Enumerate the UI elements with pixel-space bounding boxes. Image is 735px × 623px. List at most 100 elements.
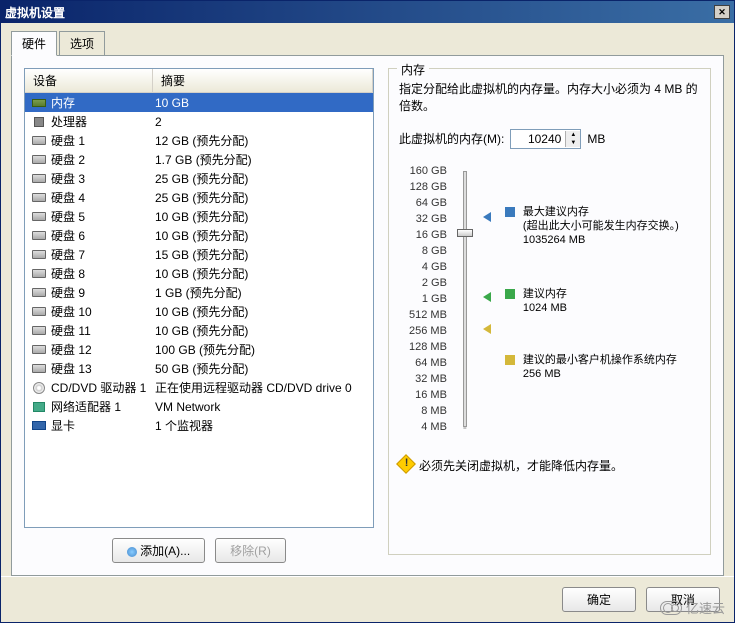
hdd-icon (32, 250, 46, 259)
box-blue-icon (505, 207, 515, 217)
content-area: 硬件 选项 设备 摘要 内存10 GB处理器2硬盘 112 GB (预先分配)硬… (1, 23, 734, 576)
memory-warning: 必须先关闭虚拟机，才能降低内存量。 (399, 457, 700, 474)
memory-input-row: 此虚拟机的内存(M): ▲▼ MB (399, 129, 700, 149)
hdd-icon (32, 269, 46, 278)
rec-marker-icon (483, 292, 491, 302)
gpu-icon (32, 421, 46, 430)
net-icon (33, 402, 45, 412)
slider-labels: 160 GB128 GB64 GB32 GB16 GB8 GB4 GB2 GB1… (409, 163, 447, 435)
device-row-12[interactable]: 硬盘 1110 GB (预先分配) (25, 321, 373, 340)
device-row-3[interactable]: 硬盘 21.7 GB (预先分配) (25, 150, 373, 169)
device-row-0[interactable]: 内存10 GB (25, 93, 373, 112)
min-marker-icon (483, 324, 491, 334)
device-summary: 100 GB (预先分配) (155, 341, 373, 358)
device-name: 显卡 (51, 417, 155, 434)
device-summary: 10 GB (预先分配) (155, 303, 373, 320)
device-name: 硬盘 11 (51, 322, 155, 339)
mem-icon (32, 99, 46, 107)
device-row-1[interactable]: 处理器2 (25, 112, 373, 131)
memory-input[interactable] (511, 130, 565, 148)
memory-field-label: 此虚拟机的内存(M): (399, 130, 504, 147)
max-marker-icon (483, 212, 491, 222)
device-name: 硬盘 5 (51, 208, 155, 225)
device-name: 硬盘 8 (51, 265, 155, 282)
tab-options[interactable]: 选项 (59, 31, 105, 55)
cd-icon (33, 382, 45, 394)
device-summary: VM Network (155, 400, 373, 414)
box-yellow-icon (505, 355, 515, 365)
device-name: 硬盘 7 (51, 246, 155, 263)
remove-button: 移除(R) (215, 538, 286, 563)
device-name: 硬盘 6 (51, 227, 155, 244)
device-row-8[interactable]: 硬盘 715 GB (预先分配) (25, 245, 373, 264)
min-marker-text: 建议的最小客户机操作系统内存 256 MB (523, 353, 677, 381)
add-button[interactable]: 添加(A)... (112, 538, 205, 563)
slider-thumb[interactable] (457, 229, 473, 237)
memory-slider[interactable] (451, 163, 479, 435)
device-name: CD/DVD 驱动器 1 (51, 379, 155, 396)
hdd-icon (32, 288, 46, 297)
hdd-icon (32, 326, 46, 335)
device-summary: 1 GB (预先分配) (155, 284, 373, 301)
device-row-2[interactable]: 硬盘 112 GB (预先分配) (25, 131, 373, 150)
memory-slider-area: 160 GB128 GB64 GB32 GB16 GB8 GB4 GB2 GB1… (409, 163, 700, 435)
device-row-10[interactable]: 硬盘 91 GB (预先分配) (25, 283, 373, 302)
device-name: 内存 (51, 94, 155, 111)
cancel-button[interactable]: 取消 (646, 587, 720, 612)
device-row-9[interactable]: 硬盘 810 GB (预先分配) (25, 264, 373, 283)
device-row-16[interactable]: 网络适配器 1VM Network (25, 397, 373, 416)
ok-button[interactable]: 确定 (562, 587, 636, 612)
tab-hardware[interactable]: 硬件 (11, 31, 57, 56)
box-green-icon (505, 289, 515, 299)
right-panel: 内存 指定分配给此虚拟机的内存量。内存大小必须为 4 MB 的倍数。 此虚拟机的… (388, 68, 711, 563)
close-icon[interactable]: ✕ (714, 5, 730, 19)
warning-icon (396, 454, 416, 474)
device-summary: 2 (155, 115, 373, 129)
device-list[interactable]: 设备 摘要 内存10 GB处理器2硬盘 112 GB (预先分配)硬盘 21.7… (24, 68, 374, 528)
window-title: 虚拟机设置 (5, 4, 65, 21)
hdd-icon (32, 212, 46, 221)
device-row-7[interactable]: 硬盘 610 GB (预先分配) (25, 226, 373, 245)
hdd-icon (32, 231, 46, 240)
device-row-5[interactable]: 硬盘 425 GB (预先分配) (25, 188, 373, 207)
device-name: 网络适配器 1 (51, 398, 155, 415)
device-row-14[interactable]: 硬盘 1350 GB (预先分配) (25, 359, 373, 378)
device-summary: 10 GB (预先分配) (155, 208, 373, 225)
device-name: 硬盘 3 (51, 170, 155, 187)
header-device[interactable]: 设备 (25, 69, 153, 92)
hdd-icon (32, 174, 46, 183)
device-summary: 1 个监视器 (155, 417, 373, 434)
device-row-6[interactable]: 硬盘 510 GB (预先分配) (25, 207, 373, 226)
list-header: 设备 摘要 (25, 69, 373, 93)
device-summary: 10 GB (预先分配) (155, 227, 373, 244)
device-summary: 10 GB (预先分配) (155, 322, 373, 339)
memory-group: 内存 指定分配给此虚拟机的内存量。内存大小必须为 4 MB 的倍数。 此虚拟机的… (388, 68, 711, 555)
device-summary: 正在使用远程驱动器 CD/DVD drive 0 (155, 379, 373, 396)
memory-unit: MB (587, 132, 605, 146)
device-name: 硬盘 1 (51, 132, 155, 149)
cpu-icon (34, 117, 44, 127)
device-row-15[interactable]: CD/DVD 驱动器 1正在使用远程驱动器 CD/DVD drive 0 (25, 378, 373, 397)
device-row-11[interactable]: 硬盘 1010 GB (预先分配) (25, 302, 373, 321)
hdd-icon (32, 193, 46, 202)
device-row-13[interactable]: 硬盘 12100 GB (预先分配) (25, 340, 373, 359)
device-row-17[interactable]: 显卡1 个监视器 (25, 416, 373, 435)
main-area: 设备 摘要 内存10 GB处理器2硬盘 112 GB (预先分配)硬盘 21.7… (11, 55, 724, 576)
hdd-icon (32, 345, 46, 354)
device-summary: 15 GB (预先分配) (155, 246, 373, 263)
header-summary[interactable]: 摘要 (153, 69, 373, 92)
device-row-4[interactable]: 硬盘 325 GB (预先分配) (25, 169, 373, 188)
device-summary: 10 GB (155, 96, 373, 110)
device-summary: 25 GB (预先分配) (155, 170, 373, 187)
memory-spinner[interactable]: ▲▼ (510, 129, 581, 149)
hdd-icon (32, 307, 46, 316)
device-name: 处理器 (51, 113, 155, 130)
device-summary: 10 GB (预先分配) (155, 265, 373, 282)
device-name: 硬盘 10 (51, 303, 155, 320)
device-name: 硬盘 4 (51, 189, 155, 206)
device-name: 硬盘 2 (51, 151, 155, 168)
device-summary: 1.7 GB (预先分配) (155, 151, 373, 168)
spinner-buttons[interactable]: ▲▼ (565, 131, 580, 147)
tab-bar: 硬件 选项 (11, 31, 724, 55)
device-summary: 50 GB (预先分配) (155, 360, 373, 377)
